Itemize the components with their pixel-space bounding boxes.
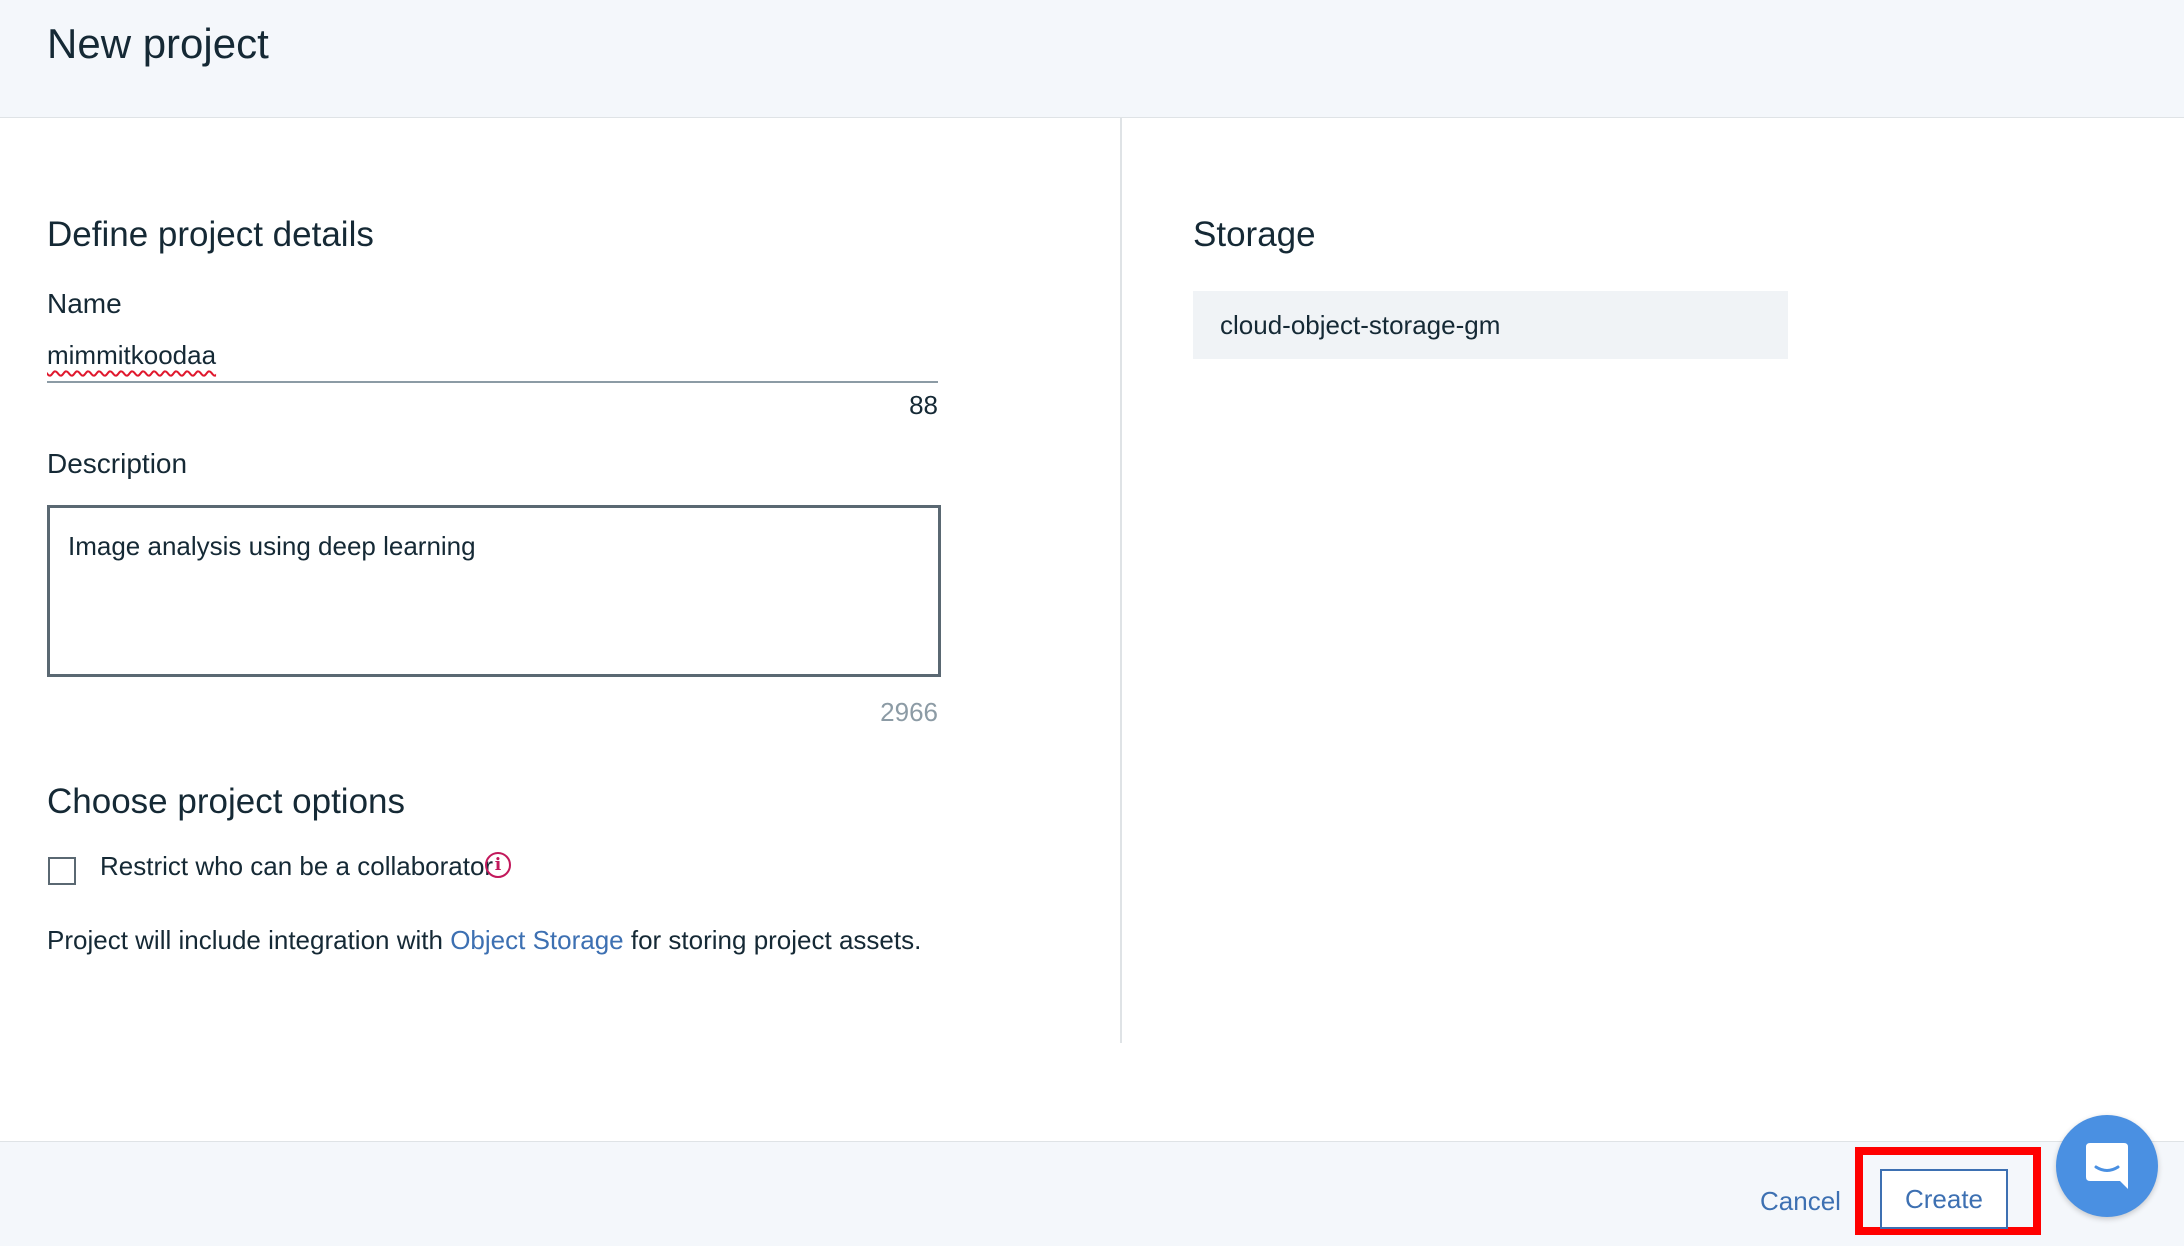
cancel-button[interactable]: Cancel <box>1760 1186 1841 1217</box>
page-title: New project <box>47 20 269 67</box>
description-text: Image analysis using deep learning <box>68 531 476 561</box>
description-textarea[interactable]: Image analysis using deep learning <box>47 505 941 677</box>
restrict-collaborator-label[interactable]: Restrict who can be a collaborator <box>100 851 493 882</box>
chat-bubble-icon <box>2086 1143 2128 1189</box>
description-char-counter: 2966 <box>880 697 938 727</box>
footer-bar: Cancel Create <box>0 1141 2184 1246</box>
description-label: Description <box>47 448 188 479</box>
name-char-counter: 88 <box>909 390 938 420</box>
storage-title: Storage <box>1193 215 1316 254</box>
object-storage-link[interactable]: Object Storage <box>450 925 623 955</box>
chat-launcher-button[interactable] <box>2056 1115 2158 1217</box>
storage-value: cloud-object-storage-gm <box>1220 310 1501 340</box>
project-details-title: Define project details <box>47 215 374 254</box>
info-icon[interactable]: i <box>485 852 511 878</box>
page-header: New project <box>0 0 2184 118</box>
name-label: Name <box>47 288 122 319</box>
integration-suffix: for storing project assets. <box>623 925 922 955</box>
integration-note: Project will include integration with Ob… <box>47 925 921 956</box>
project-options-title: Choose project options <box>47 782 405 821</box>
name-input[interactable]: mimmitkoodaa <box>47 340 216 371</box>
storage-field: cloud-object-storage-gm <box>1193 291 1788 359</box>
restrict-collaborator-checkbox[interactable] <box>48 857 76 885</box>
integration-prefix: Project will include integration with <box>47 925 451 955</box>
new-project-page: New project Define project details Name … <box>0 0 2184 1246</box>
column-divider <box>1120 118 1122 1043</box>
create-button[interactable]: Create <box>1880 1169 2008 1229</box>
name-input-underline <box>47 381 938 383</box>
